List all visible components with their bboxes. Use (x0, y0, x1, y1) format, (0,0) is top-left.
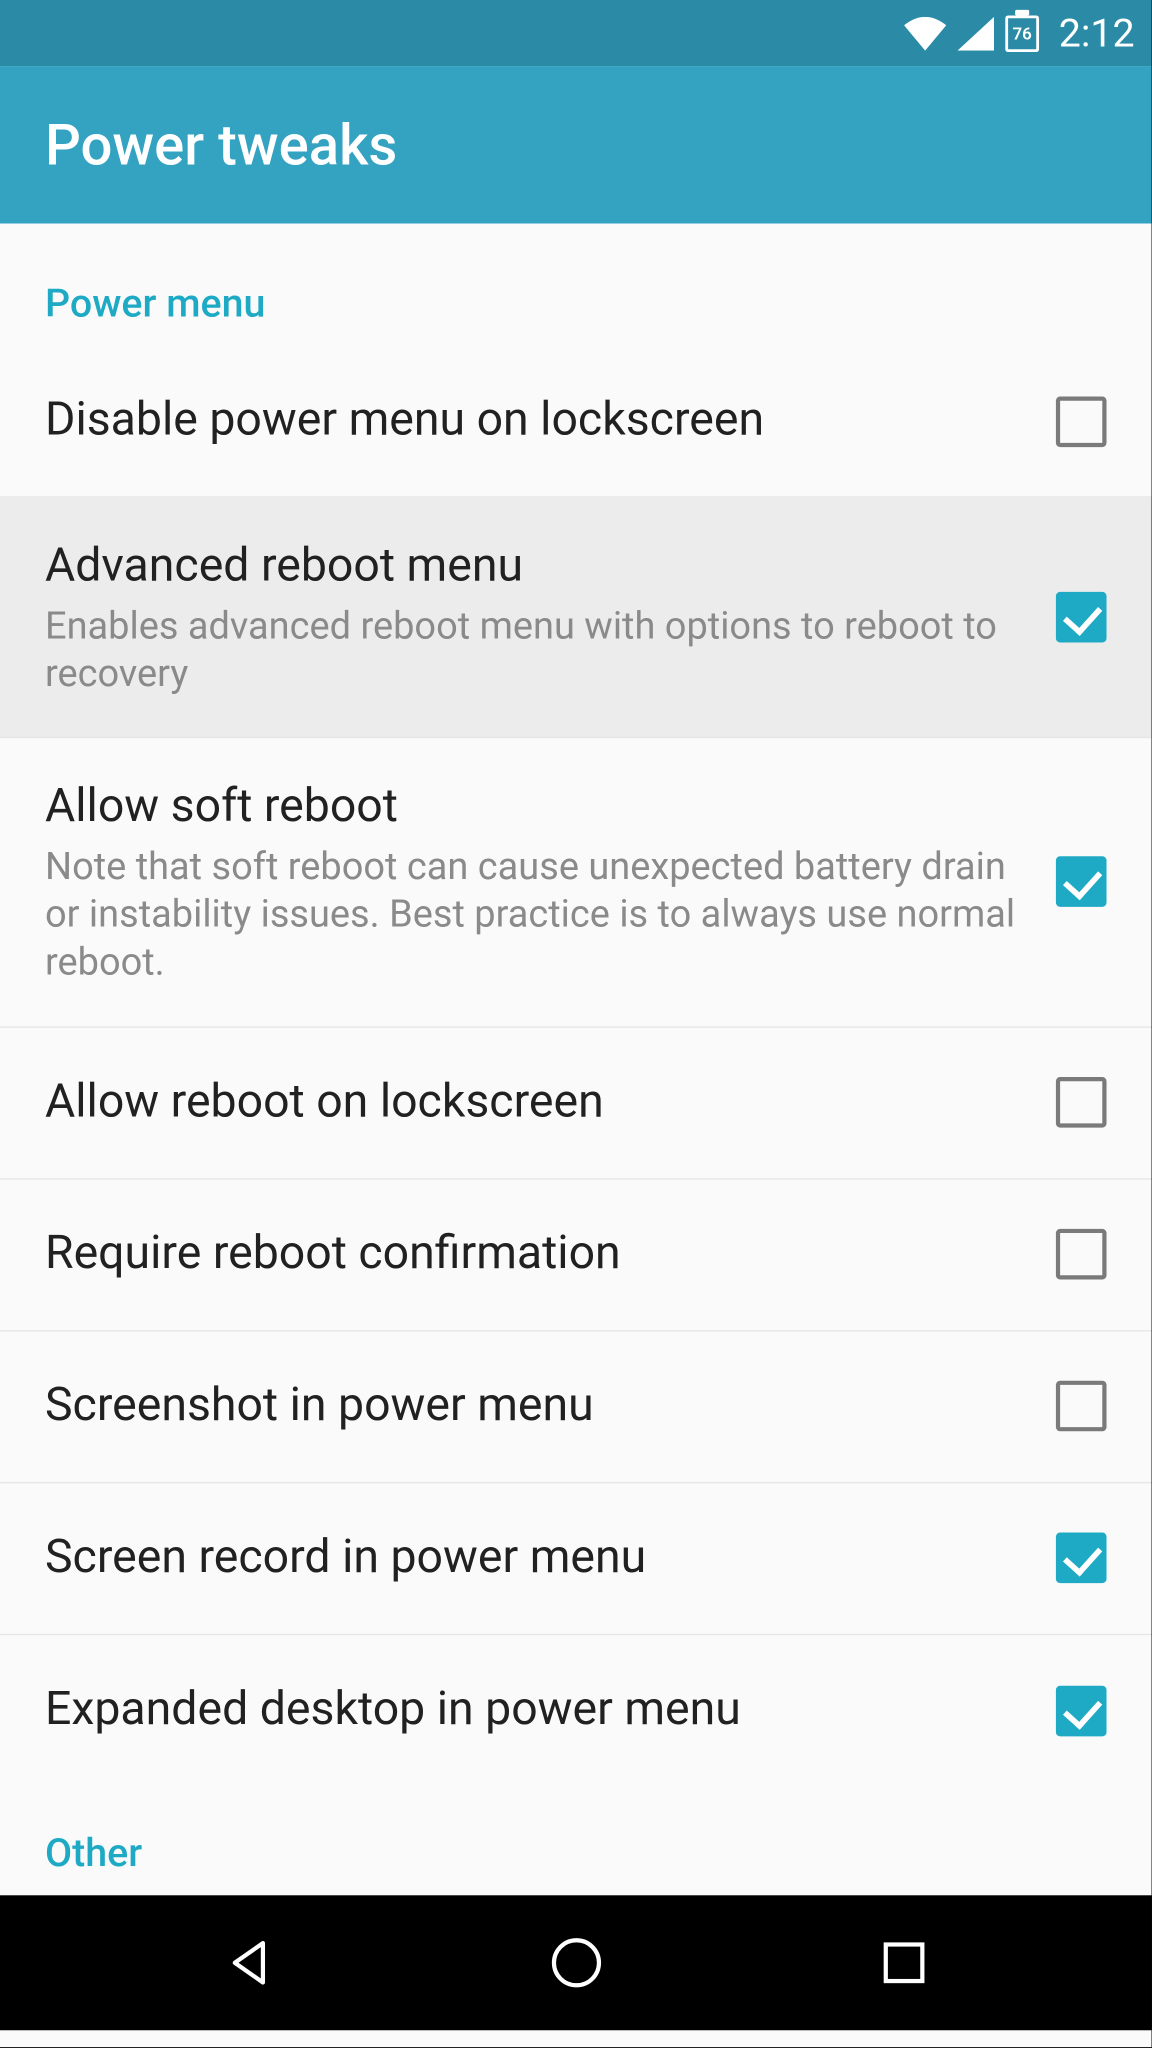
setting-title: Expanded desktop in power menu (45, 1680, 1028, 1740)
setting-title: Require reboot confirmation (45, 1224, 1028, 1284)
battery-level-text: 76 (1013, 23, 1032, 43)
setting-subtitle: Note that soft reboot can cause unexpect… (45, 844, 1028, 986)
recent-apps-button[interactable] (874, 1933, 933, 1992)
checkbox[interactable] (1056, 1533, 1107, 1584)
battery-icon: 76 (1005, 15, 1039, 52)
setting-title: Screen record in power menu (45, 1528, 1028, 1588)
setting-title: Advanced reboot menu (45, 537, 1028, 597)
section-header-power-menu: Power menu (0, 224, 1152, 346)
setting-subtitle: Enables advanced reboot menu with option… (45, 603, 1028, 698)
wifi-icon (904, 16, 946, 50)
checkbox[interactable] (1056, 592, 1107, 643)
setting-advanced-reboot-menu[interactable]: Advanced reboot menu Enables advanced re… (0, 498, 1152, 739)
setting-disable-power-menu-lockscreen[interactable]: Disable power menu on lockscreen (0, 346, 1152, 498)
back-button[interactable] (219, 1933, 278, 1992)
page-title: Power tweaks (45, 112, 397, 178)
setting-title: Allow reboot on lockscreen (45, 1072, 1028, 1132)
setting-title: Disable power menu on lockscreen (45, 391, 1028, 451)
setting-screenshot-power-menu[interactable]: Screenshot in power menu (0, 1331, 1152, 1483)
cellular-signal-icon (957, 16, 994, 50)
checkbox[interactable] (1056, 1685, 1107, 1736)
app-bar: Power tweaks (0, 66, 1152, 223)
setting-require-reboot-confirmation[interactable]: Require reboot confirmation (0, 1179, 1152, 1331)
settings-list: Power menu Disable power menu on lockscr… (0, 224, 1152, 1895)
home-button[interactable] (546, 1933, 605, 1992)
setting-title: Screenshot in power menu (45, 1376, 1028, 1436)
setting-screen-record-power-menu[interactable]: Screen record in power menu (0, 1483, 1152, 1635)
status-clock: 2:12 (1059, 10, 1135, 56)
setting-title: Allow soft reboot (45, 778, 1028, 838)
navigation-bar (0, 1895, 1152, 2030)
checkbox[interactable] (1056, 1077, 1107, 1128)
checkbox[interactable] (1056, 857, 1107, 908)
setting-expanded-desktop-power-menu[interactable]: Expanded desktop in power menu (0, 1635, 1152, 1787)
checkbox[interactable] (1056, 396, 1107, 447)
setting-allow-soft-reboot[interactable]: Allow soft reboot Note that soft reboot … (0, 739, 1152, 1027)
checkbox[interactable] (1056, 1381, 1107, 1432)
status-bar: 76 2:12 (0, 0, 1152, 66)
checkbox[interactable] (1056, 1229, 1107, 1280)
section-header-other: Other (0, 1786, 1152, 1894)
setting-allow-reboot-lockscreen[interactable]: Allow reboot on lockscreen (0, 1027, 1152, 1179)
